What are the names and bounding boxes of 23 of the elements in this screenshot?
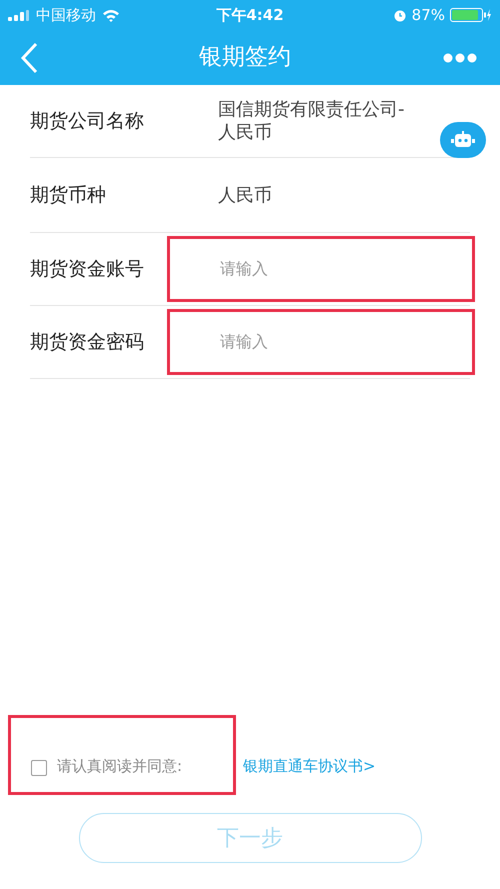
agreement-checkbox[interactable] bbox=[31, 760, 47, 776]
battery-percent: 87% bbox=[412, 4, 445, 26]
wifi-icon bbox=[102, 8, 120, 22]
alarm-icon bbox=[392, 8, 407, 22]
input-field[interactable]: 请输入 bbox=[220, 257, 420, 281]
input-field[interactable]: 请输入 bbox=[220, 330, 420, 354]
carrier-name: 中国移动 bbox=[36, 4, 96, 26]
agreement-text: 请认真阅读并同意: bbox=[57, 756, 182, 776]
field-label: 期货公司名称 bbox=[30, 108, 145, 134]
back-icon bbox=[20, 42, 38, 74]
robot-icon bbox=[450, 131, 476, 149]
assistant-button[interactable] bbox=[440, 122, 486, 158]
field-value: 人民币 bbox=[218, 184, 273, 206]
page-title: 银期签约 bbox=[198, 43, 292, 72]
field-value: 国信期货有限责任公司-人民币 bbox=[218, 98, 406, 144]
status-time: 下午4:42 bbox=[215, 4, 285, 26]
field-label: 期货币种 bbox=[30, 182, 107, 208]
signal-icon bbox=[8, 10, 30, 20]
agreement-link[interactable]: 银期直通车协议书> bbox=[243, 754, 376, 777]
more-icon bbox=[443, 52, 477, 62]
field-label: 期货资金密码 bbox=[30, 330, 145, 355]
battery-icon bbox=[450, 8, 492, 22]
field-label: 期货资金账号 bbox=[30, 256, 145, 282]
